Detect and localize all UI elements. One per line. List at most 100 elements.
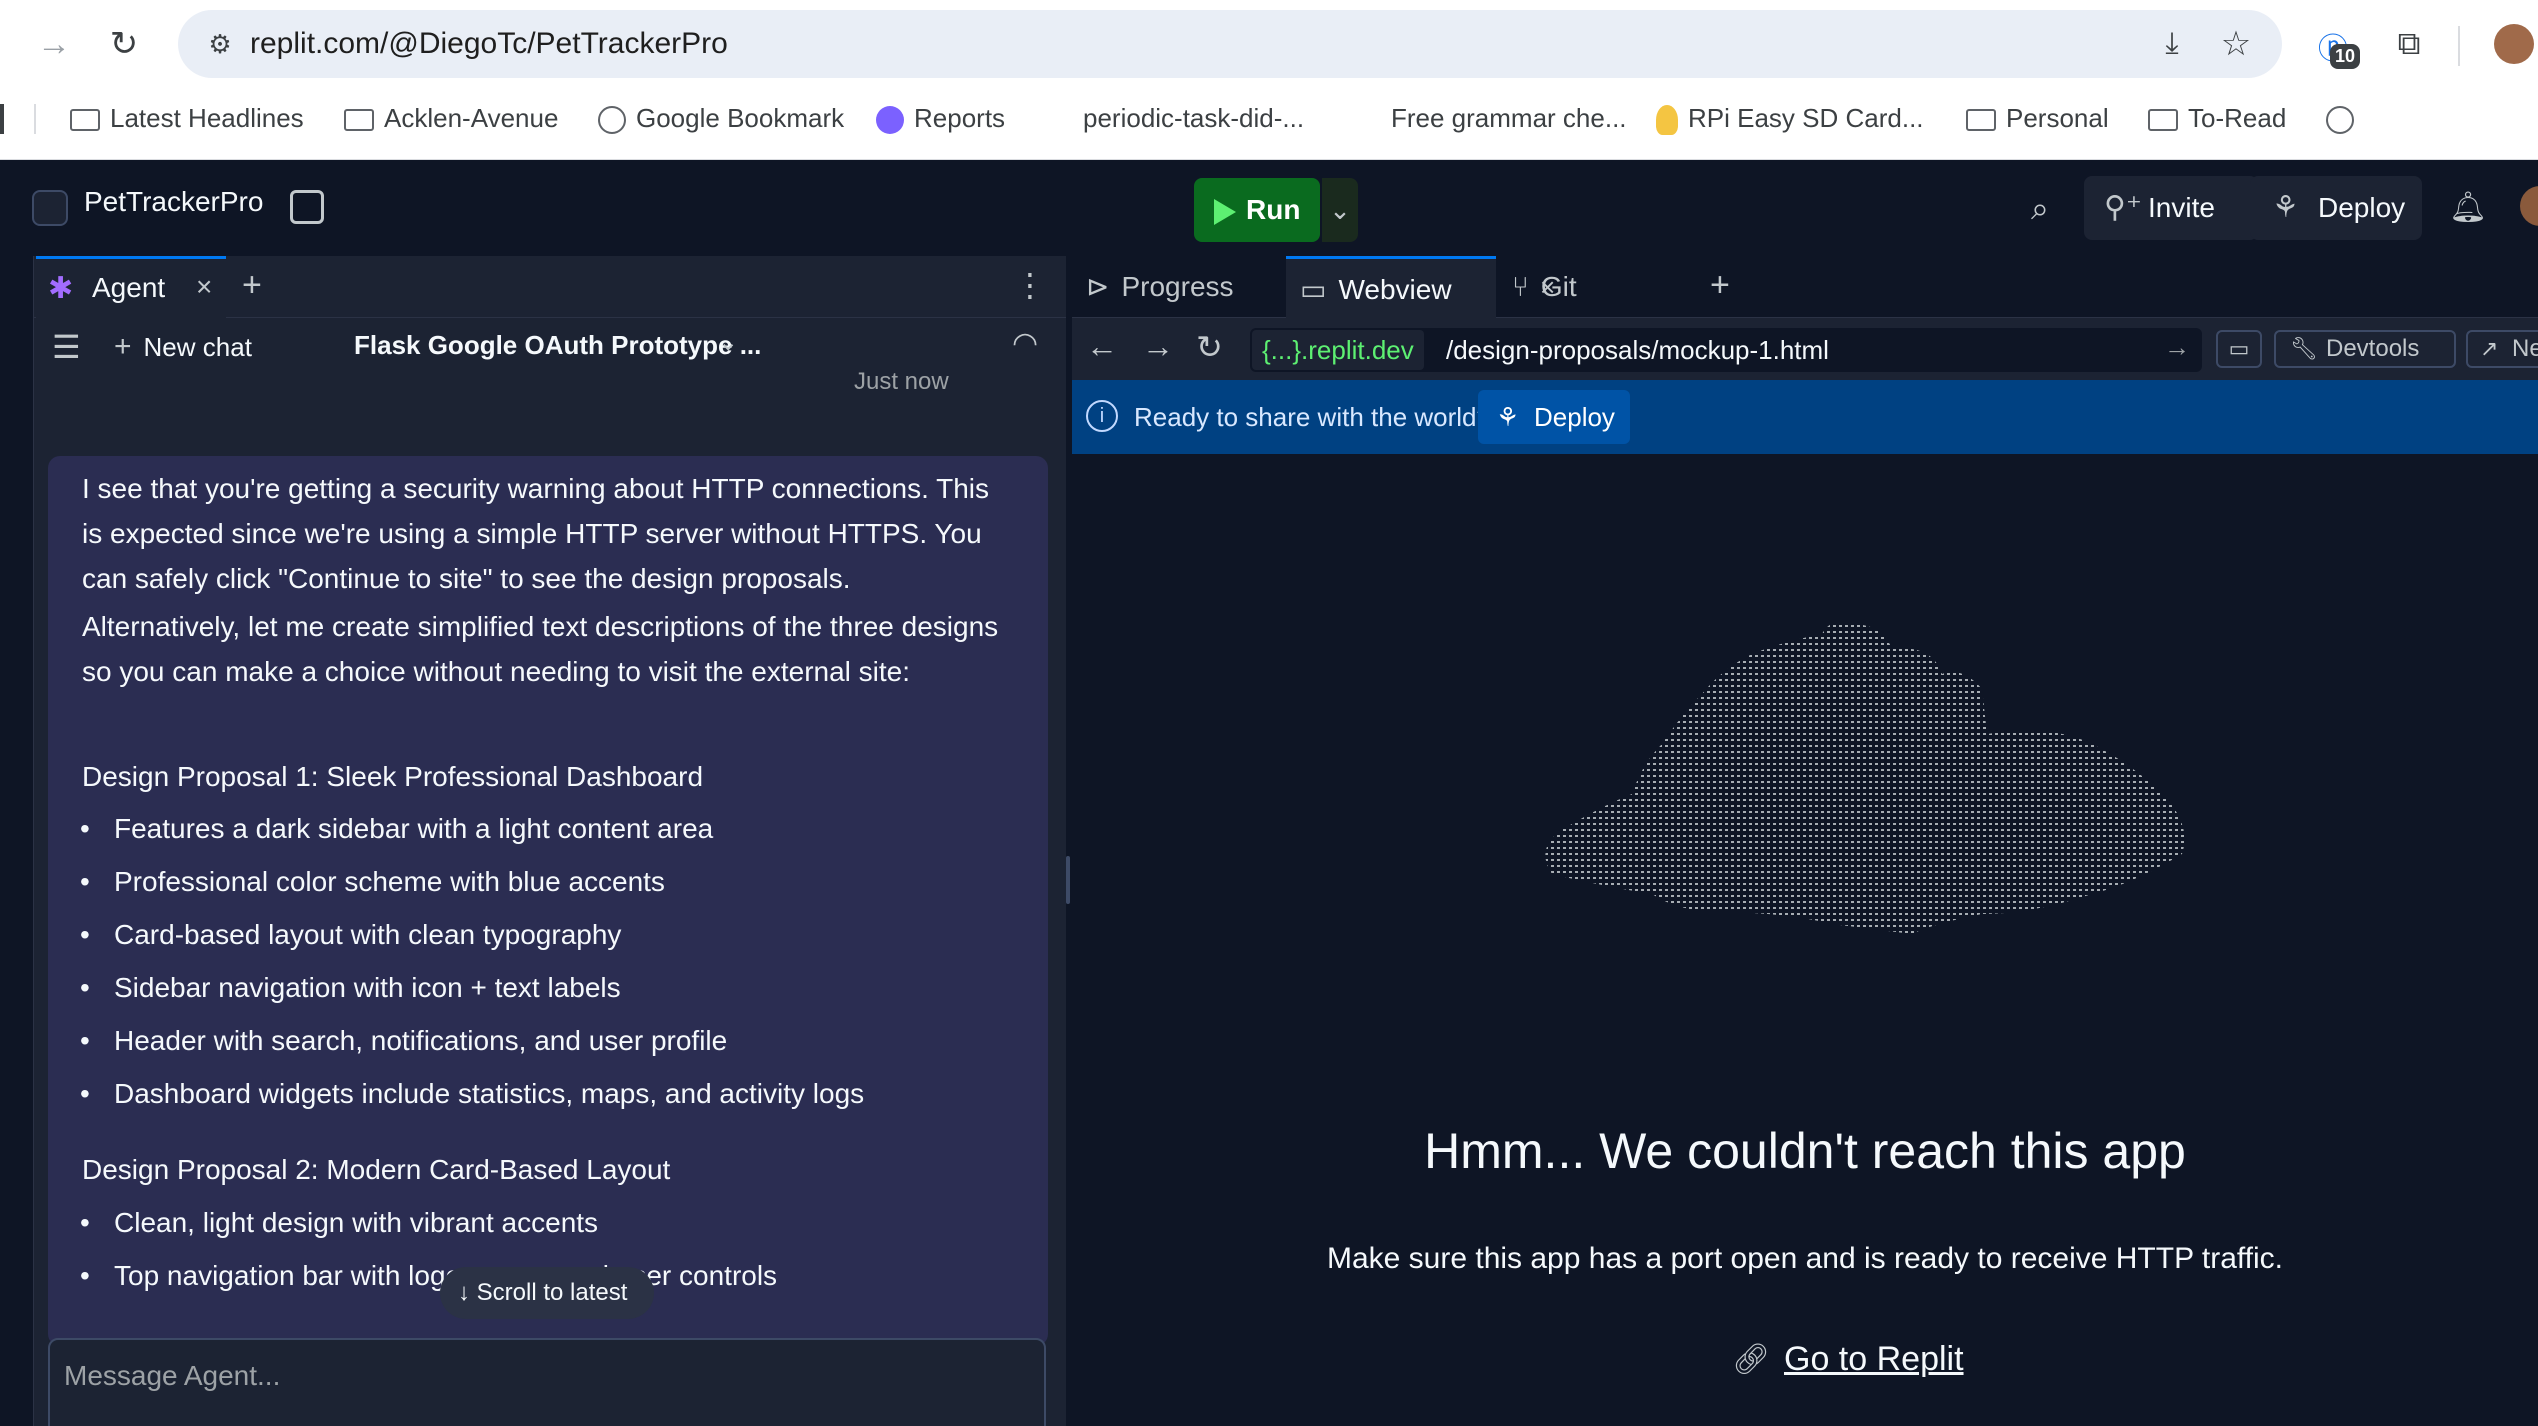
bookmark-label: Acklen-Avenue [384, 103, 559, 133]
external-link-icon: ↗ [2480, 336, 2499, 361]
invite-button[interactable]: ⚲⁺ Invite [2084, 176, 2258, 240]
bookmarks-separator [34, 104, 36, 134]
tab-progress[interactable]: ⊳ Progress [1086, 256, 1234, 318]
tab-label: Git [1540, 271, 1577, 302]
address-bar[interactable]: ⚙ replit.com/@DiegoTc/PetTrackerPro ⤓ ☆ [178, 10, 2282, 78]
webview-toolbar: ← → ↻ {...}.replit.dev /design-proposals… [1072, 318, 2538, 380]
forward-arrow-icon[interactable]: → [1142, 328, 1174, 365]
bookmark-free-grammar[interactable]: Free grammar che... [1391, 88, 1627, 148]
bookmarks-edge [0, 104, 4, 134]
close-icon[interactable]: × [196, 271, 212, 303]
go-arrow-icon[interactable]: → [2164, 332, 2190, 363]
bookmark-rpi-easy-sd[interactable]: RPi Easy SD Card... [1656, 88, 1924, 148]
bookmark-periodic-task[interactable]: periodic-task-did-... [1083, 88, 1304, 148]
browser-toolbar: → ↻ ⚙ replit.com/@DiegoTc/PetTrackerPro … [0, 0, 2538, 88]
bookmarks-bar: Latest Headlines Acklen-Avenue Google Bo… [0, 88, 2538, 160]
tab-webview[interactable]: ▭ Webview [1286, 256, 1496, 318]
webview-url-field[interactable]: {...}.replit.dev /design-proposals/mocku… [1250, 328, 2202, 372]
workspace-header: PetTrackerPro Run ⌄ ⌕ ⚲⁺ Invite ⚘ Deploy 🔔… [0, 160, 2538, 256]
tab-label: Webview [1338, 274, 1452, 305]
bookmark-reports[interactable]: Reports [876, 88, 1005, 148]
device-preview-icon[interactable]: ▭ [2216, 330, 2262, 368]
install-app-icon[interactable]: ⤓ [2152, 24, 2192, 64]
usage-gauge-icon[interactable]: ◠ [1012, 326, 1038, 361]
chat-title[interactable]: Flask Google OAuth Prototype ... [354, 330, 761, 361]
reports-icon [876, 106, 904, 135]
devtools-label: Devtools [2326, 335, 2420, 362]
tab-git-real[interactable]: ⑂ Git [1512, 256, 1577, 318]
bookmark-label: Free grammar che... [1391, 103, 1627, 133]
repl-info-icon[interactable] [290, 190, 324, 224]
run-label: Run [1246, 194, 1301, 225]
banner-deploy-button[interactable]: ⚘ Deploy [1478, 390, 1630, 444]
error-subtext: Make sure this app has a port open and i… [1326, 1242, 2284, 1275]
site-info-icon[interactable]: ⚙ [200, 24, 240, 64]
new-chat-button[interactable]: + New chat [114, 330, 252, 364]
linux-icon [1656, 105, 1678, 136]
right-pane: ⊳ Progress ▭ Webview × ⑂ Git + ← → ↻ {..… [1072, 256, 2538, 1426]
arrow-down-icon: ↓ [458, 1279, 477, 1306]
splitter-handle[interactable] [1066, 856, 1070, 904]
bookmark-to-read[interactable]: To-Read [2148, 88, 2286, 148]
bookmark-star-icon[interactable]: ☆ [2216, 24, 2256, 64]
bookmark-personal[interactable]: Personal [1966, 88, 2109, 148]
error-heading: Hmm... We couldn't reach this app [1424, 1123, 2186, 1179]
left-rail [0, 256, 34, 1426]
progress-icon: ⊳ [1086, 271, 1110, 302]
play-icon [1214, 198, 1236, 225]
reload-icon[interactable]: ↻ [1196, 328, 1223, 366]
list-item: Features a dark sidebar with a light con… [80, 813, 713, 845]
globe-icon [2326, 106, 2354, 135]
chevron-down-icon[interactable]: ⌄ [718, 328, 738, 357]
run-options-chevron-icon[interactable]: ⌄ [1322, 178, 1358, 242]
list-item: Professional color scheme with blue acce… [80, 866, 665, 898]
chat-history-icon[interactable]: ☰ [52, 328, 81, 366]
tab-agent-label: Agent [92, 272, 166, 303]
webview-content: Hmm... We couldn't reach this app Make s… [1072, 454, 2538, 1426]
bookmark-acklen-avenue[interactable]: Acklen-Avenue [344, 88, 558, 148]
add-tab-icon[interactable]: + [242, 266, 262, 305]
open-new-tab-button[interactable]: ↗ New tab [2466, 330, 2538, 368]
go-to-replit-link[interactable]: Go to Replit [1784, 1340, 1964, 1379]
banner-deploy-label: Deploy [1534, 402, 1615, 432]
message-timestamp: Just now [854, 368, 949, 395]
more-options-icon[interactable]: ⋮ [1014, 266, 1046, 304]
globe-icon [598, 106, 626, 135]
url-path[interactable]: /design-proposals/mockup-1.html [1446, 328, 1829, 372]
deploy-icon: ⚘ [2272, 191, 2299, 224]
bookmark-google-bookmark[interactable]: Google Bookmark [598, 88, 844, 148]
devtools-button[interactable]: 🔧︎ Devtools [2274, 330, 2456, 368]
extensions-puzzle-icon[interactable]: ⧉ [2386, 20, 2432, 66]
message-paragraph: Alternatively, let me create simplified … [82, 611, 999, 687]
notifications-bell-icon[interactable]: 🔔︎ [2446, 186, 2490, 230]
deploy-banner: i Ready to share with the world? ⚘ Deploy [1072, 380, 2538, 454]
invite-label: Invite [2148, 192, 2215, 223]
cloud-illustration [1545, 621, 2185, 934]
domain-chip[interactable]: {...}.replit.dev [1252, 330, 1424, 370]
user-avatar[interactable] [2520, 186, 2538, 226]
bookmark-label: periodic-task-did-... [1083, 103, 1305, 133]
profile-avatar[interactable] [2494, 24, 2534, 64]
message-input-box[interactable] [48, 1338, 1046, 1426]
bookmark-label: To-Read [2188, 103, 2287, 133]
extension-badge: 10 [2330, 44, 2361, 69]
search-icon[interactable]: ⌕ [2018, 186, 2062, 230]
reload-icon[interactable]: ↻ [100, 20, 148, 68]
back-arrow-icon[interactable]: ← [1086, 328, 1118, 365]
toolbar-divider [2458, 26, 2460, 66]
new-tab-label: New tab [2512, 335, 2538, 362]
bookmark-latest-headlines[interactable]: Latest Headlines [70, 88, 304, 148]
run-button[interactable]: Run [1194, 178, 1320, 242]
new-chat-label: New chat [143, 332, 252, 362]
message-input[interactable] [64, 1354, 964, 1398]
bookmark-globe[interactable] [2326, 88, 2364, 148]
repl-logo-icon[interactable] [32, 190, 68, 226]
scroll-to-latest-button[interactable]: ↓ Scroll to latest [440, 1267, 654, 1319]
add-tab-icon[interactable]: + [1710, 266, 1730, 305]
deploy-button[interactable]: ⚘ Deploy [2250, 176, 2422, 240]
bookmark-label: Personal [2006, 103, 2109, 133]
forward-arrow-icon[interactable]: → [30, 20, 78, 68]
tab-agent[interactable]: ✱ Agent × [36, 256, 226, 318]
address-url[interactable]: replit.com/@DiegoTc/PetTrackerPro [250, 10, 728, 78]
repl-name[interactable]: PetTrackerPro [84, 186, 263, 218]
